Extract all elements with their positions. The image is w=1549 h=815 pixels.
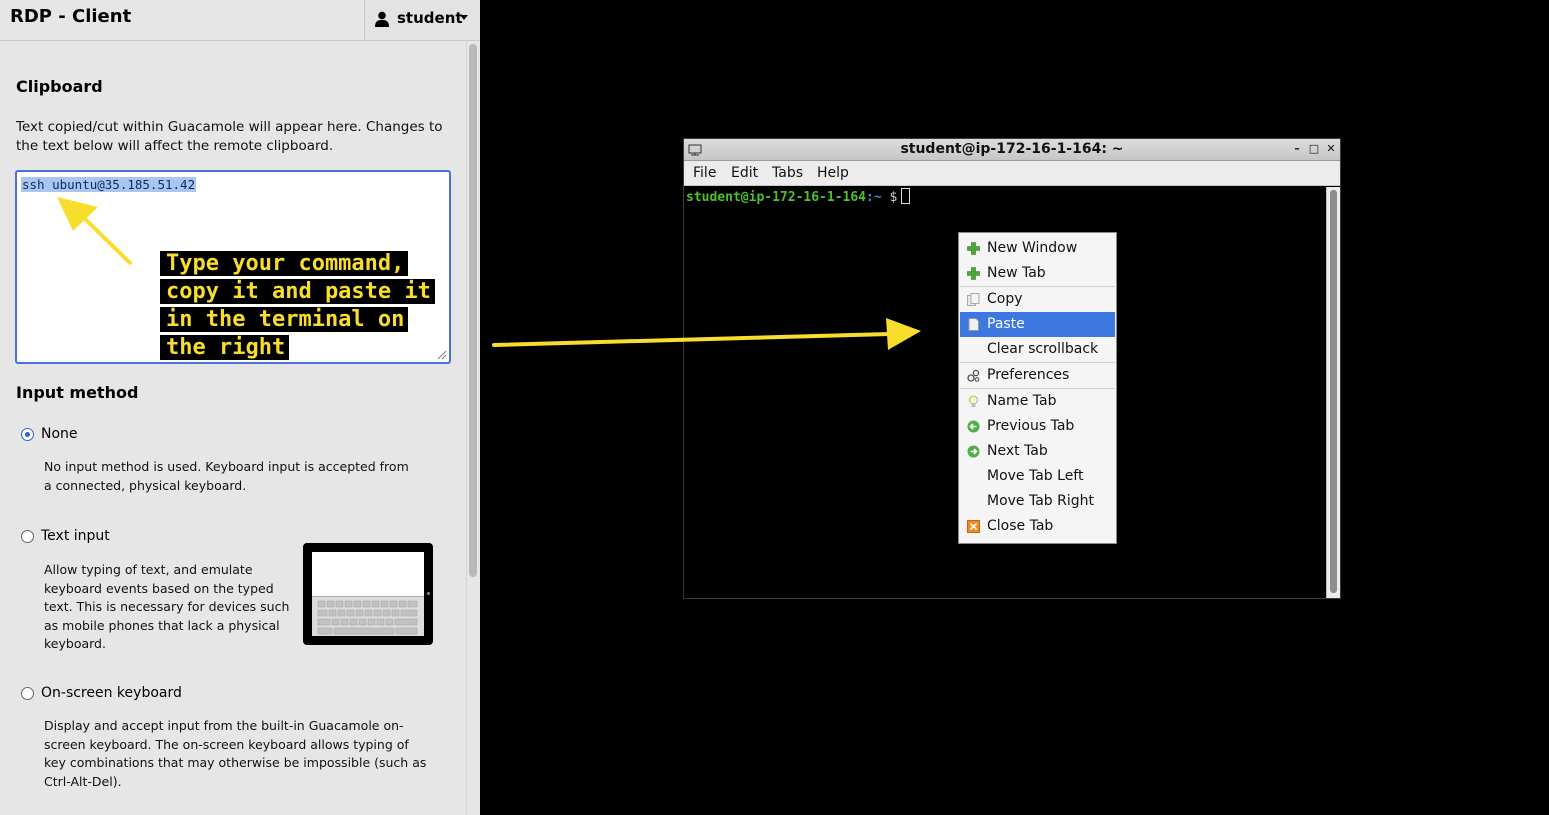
close-tab-icon: [967, 520, 980, 533]
menu-item-copy[interactable]: Copy: [960, 287, 1115, 312]
tablet-home-button: [427, 592, 430, 595]
menu-item-previous-tab[interactable]: Previous Tab: [960, 414, 1115, 439]
menu-help[interactable]: Help: [817, 165, 849, 181]
clipboard-title: Clipboard: [16, 77, 103, 96]
menu-item-name-tab[interactable]: Name Tab: [960, 389, 1115, 414]
maximize-icon[interactable]: □: [1307, 142, 1321, 156]
user-icon: [375, 11, 389, 27]
tablet-keyboard-icon: [303, 543, 433, 645]
guacamole-sidebar: RDP - Client student Clipboard Text copi…: [0, 0, 480, 815]
radio-label: Text input: [41, 528, 110, 544]
option-description: No input method is used. Keyboard input …: [44, 459, 409, 493]
chevron-down-icon: [460, 15, 468, 20]
radio-button[interactable]: [21, 687, 34, 700]
terminal-title: student@ip-172-16-1-164: ~: [900, 141, 1124, 157]
menu-item-label: Copy: [987, 291, 1023, 307]
keyboard-keys-icon: [317, 600, 418, 635]
radio-text-input[interactable]: Text input: [21, 528, 141, 546]
menu-item-label: Next Tab: [987, 443, 1048, 459]
menu-item-label: New Tab: [987, 265, 1046, 281]
menu-item-label: Name Tab: [987, 393, 1057, 409]
close-icon[interactable]: ✕: [1324, 142, 1338, 156]
menu-item-preferences[interactable]: Preferences: [960, 363, 1115, 388]
radio-onscreen-keyboard[interactable]: On-screen keyboard: [21, 685, 182, 703]
menu-item-new-window[interactable]: New Window: [960, 236, 1115, 261]
menu-item-move-tab-right[interactable]: Move Tab Right: [960, 489, 1115, 514]
minimize-icon[interactable]: –: [1290, 142, 1304, 156]
annotation-line: the right: [160, 334, 466, 362]
plus-icon: [967, 242, 980, 255]
terminal-scrollbar-thumb[interactable]: [1330, 190, 1337, 593]
menu-file[interactable]: File: [693, 165, 716, 181]
menu-item-label: Clear scrollback: [987, 341, 1099, 357]
radio-label: None: [41, 426, 78, 442]
user-menu-button[interactable]: student: [364, 0, 480, 40]
app-title: RDP - Client: [10, 6, 132, 27]
menu-item-move-tab-left[interactable]: Move Tab Left: [960, 464, 1115, 489]
user-name: student: [397, 9, 463, 27]
input-method-title: Input method: [16, 383, 139, 402]
menu-item-label: Paste: [987, 316, 1025, 332]
sidebar-scrollbar-thumb[interactable]: [469, 44, 477, 577]
menu-item-label: Previous Tab: [987, 418, 1075, 434]
clipboard-description: Text copied/cut within Guacamole will ap…: [16, 119, 443, 154]
menu-item-label: Move Tab Right: [987, 493, 1095, 509]
menu-item-label: Move Tab Left: [987, 468, 1084, 484]
sidebar-header: RDP - Client student: [0, 0, 480, 41]
menu-item-label: Close Tab: [987, 518, 1054, 534]
radio-none[interactable]: None: [21, 426, 141, 444]
radio-button[interactable]: [21, 530, 34, 543]
radio-button[interactable]: [21, 428, 34, 441]
annotation-line: copy it and paste it: [160, 278, 466, 306]
terminal-menubar: File Edit Tabs Help: [684, 161, 1340, 186]
menu-item-paste[interactable]: Paste: [960, 312, 1115, 337]
tablet-keyboard: [312, 596, 424, 636]
menu-item-next-tab[interactable]: Next Tab: [960, 439, 1115, 464]
radio-label: On-screen keyboard: [41, 685, 182, 701]
annotation-line: Type your command,: [160, 250, 466, 278]
previous-icon: [967, 420, 980, 433]
shell-prompt: student@ip-172-16-1-164:~ $: [686, 188, 911, 205]
preferences-icon: [967, 369, 980, 382]
option-description: Allow typing of text, and emulate keyboa…: [44, 562, 290, 651]
plus-icon: [967, 267, 980, 280]
menu-item-new-tab[interactable]: New Tab: [960, 261, 1115, 286]
option-description: Display and accept input from the built-…: [44, 718, 427, 789]
terminal-cursor: [901, 188, 911, 204]
menu-tabs[interactable]: Tabs: [772, 165, 803, 181]
menu-edit[interactable]: Edit: [731, 165, 758, 181]
clipboard-content: ssh ubuntu@35.185.51.42: [21, 177, 197, 192]
lightbulb-icon: [969, 395, 978, 407]
next-icon: [967, 445, 980, 458]
prompt-symbol: $: [889, 190, 898, 205]
prompt-path: :~: [866, 190, 882, 205]
prompt-user-host: student@ip-172-16-1-164: [686, 190, 867, 205]
terminal-context-menu: New Window New Tab Copy Paste Clear scro…: [958, 232, 1117, 544]
menu-item-close-tab[interactable]: Close Tab: [960, 514, 1115, 539]
menu-item-clear-scrollback[interactable]: Clear scrollback: [960, 337, 1115, 362]
annotation-line: in the terminal on: [160, 306, 466, 334]
menu-item-label: Preferences: [987, 367, 1070, 383]
terminal-titlebar[interactable]: student@ip-172-16-1-164: ~ – □ ✕: [684, 139, 1340, 161]
tutorial-annotation: Type your command, copy it and paste it …: [160, 250, 466, 362]
terminal-scrollbar[interactable]: [1326, 187, 1340, 598]
paste-icon: [968, 318, 979, 331]
menu-item-label: New Window: [987, 240, 1078, 256]
copy-icon: [967, 293, 980, 306]
